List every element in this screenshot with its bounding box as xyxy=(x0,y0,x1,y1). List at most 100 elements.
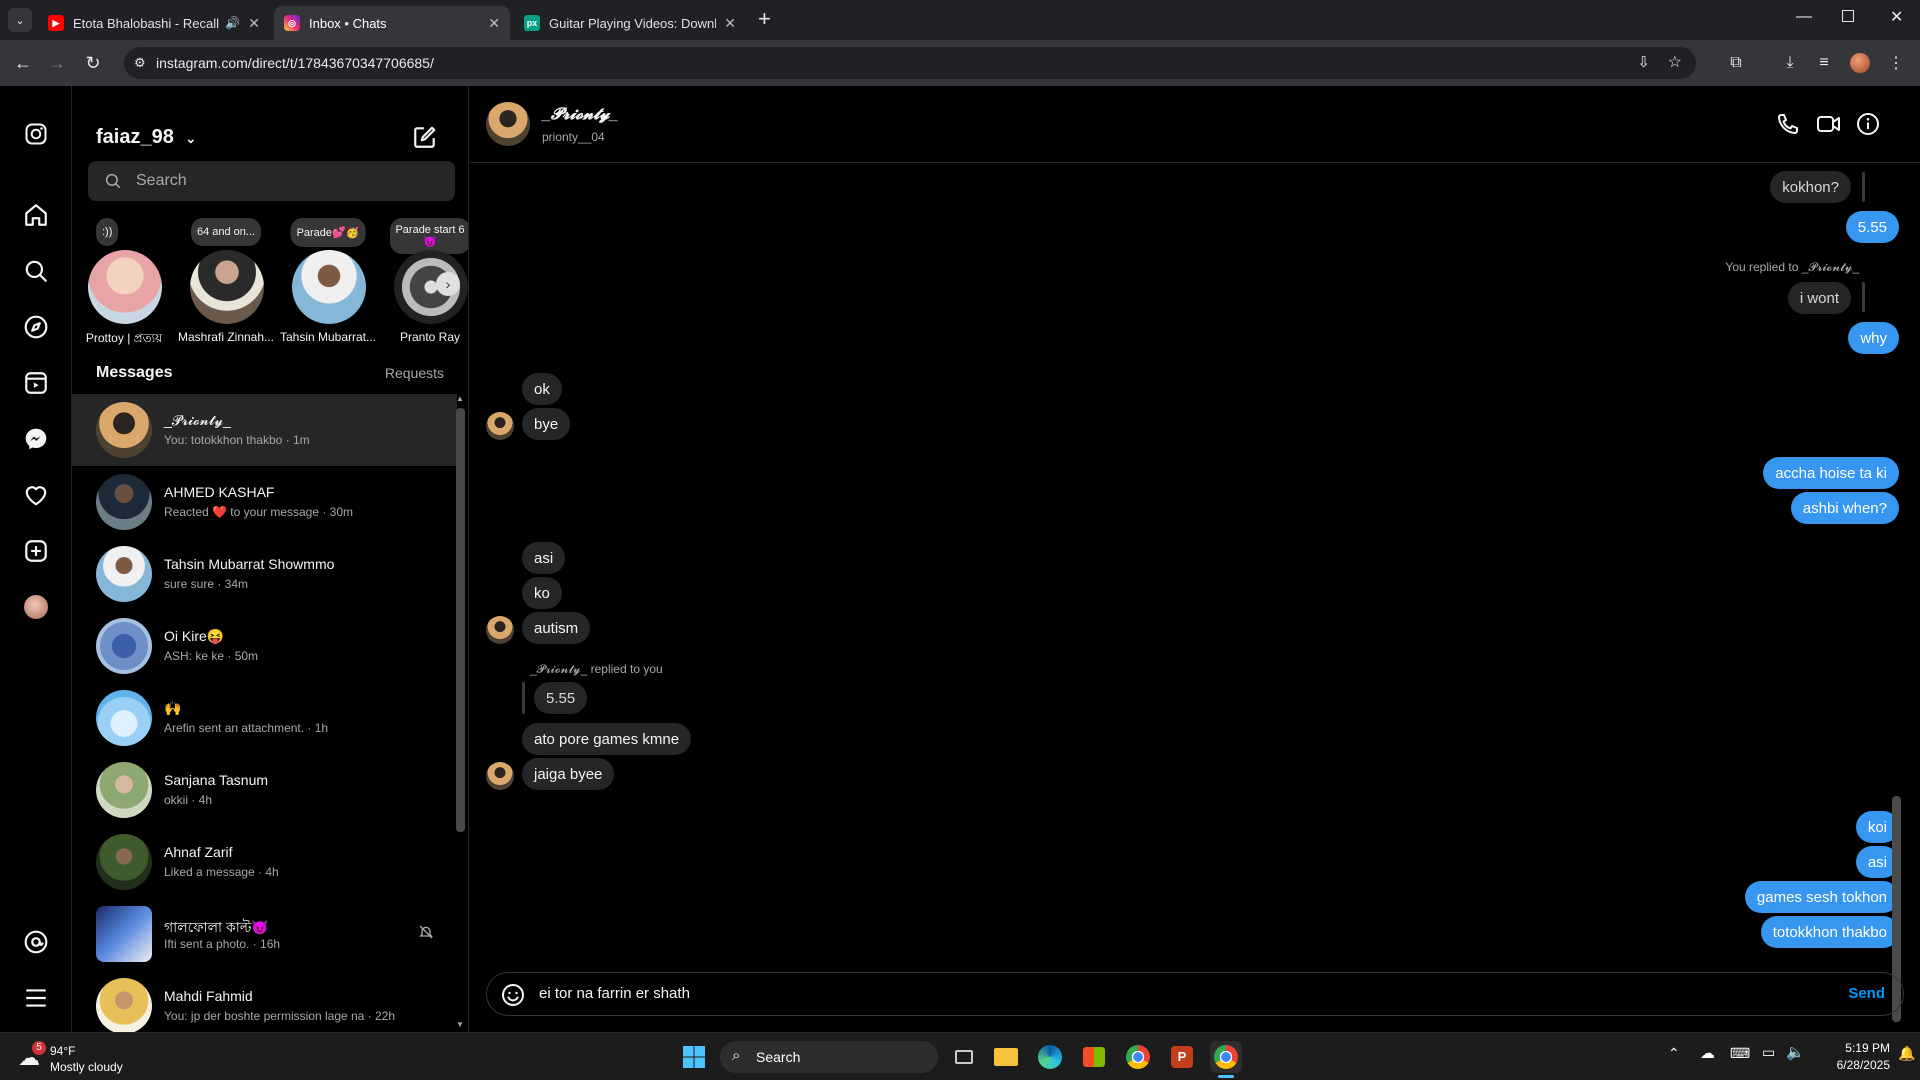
task-view-icon[interactable] xyxy=(948,1041,980,1073)
profile-avatar[interactable] xyxy=(1848,51,1872,75)
speaker-icon[interactable]: 🔊 xyxy=(225,16,240,30)
clock[interactable]: 5:19 PM 6/28/2025 xyxy=(1826,1040,1890,1074)
notification-bell-icon[interactable]: 🔔 xyxy=(1898,1045,1915,1062)
file-explorer-icon[interactable] xyxy=(990,1041,1022,1073)
back-button[interactable]: ← xyxy=(10,50,36,76)
close-icon[interactable]: ✕ xyxy=(248,15,260,32)
site-info-icon[interactable]: ⚙ xyxy=(134,55,146,71)
microsoft-store-icon[interactable] xyxy=(1078,1041,1110,1073)
scroll-down-arrow[interactable]: ▼ xyxy=(456,1020,464,1029)
more-menu-icon[interactable] xyxy=(22,984,50,1012)
explore-icon[interactable] xyxy=(22,313,50,341)
weather-widget[interactable]: ☁ 5 94°F Mostly cloudy xyxy=(16,1041,136,1075)
edge-icon[interactable] xyxy=(1034,1041,1066,1073)
close-window-button[interactable]: ✕ xyxy=(1890,7,1903,27)
message-input[interactable]: ei tor na farrin er shath xyxy=(539,985,690,1002)
conversation-item[interactable]: Sanjana Tasnum okkii · 4h xyxy=(72,754,457,826)
message-composer[interactable]: ei tor na farrin er shath Send xyxy=(486,972,1904,1016)
instagram-sidebar xyxy=(0,86,72,1032)
conversation-item[interactable]: Mahdi Fahmid You: jp der boshte permissi… xyxy=(72,970,457,1032)
messenger-icon[interactable] xyxy=(22,425,50,453)
conversation-item[interactable]: Oi Kire😝 ASH: ke ke · 50m xyxy=(72,610,457,682)
forward-button[interactable]: → xyxy=(44,50,70,76)
messages-heading: Messages xyxy=(96,364,173,381)
close-icon[interactable]: ✕ xyxy=(488,15,500,32)
scroll-up-arrow[interactable]: ▲ xyxy=(456,394,464,403)
network-icon[interactable]: ▭ xyxy=(1762,1044,1775,1061)
message-outgoing[interactable]: ashbi when? xyxy=(1790,492,1899,524)
threads-icon[interactable] xyxy=(22,928,50,956)
message-incoming[interactable]: asi xyxy=(522,542,566,574)
notifications-heart-icon[interactable] xyxy=(22,481,50,509)
reels-icon[interactable] xyxy=(22,369,50,397)
keyboard-icon[interactable]: ⌨ xyxy=(1730,1045,1750,1062)
chrome-active-icon[interactable] xyxy=(1210,1041,1242,1073)
onedrive-icon[interactable]: ☁ xyxy=(1700,1044,1715,1062)
chrome-icon[interactable] xyxy=(1122,1041,1154,1073)
reload-button[interactable]: ↻ xyxy=(80,50,106,76)
search-input[interactable]: Search xyxy=(88,161,455,201)
downloads-icon[interactable]: ⤓ xyxy=(1778,51,1802,75)
message-outgoing[interactable]: 5.55 xyxy=(1845,211,1899,243)
conversation-item[interactable]: গালফোলা কাল্ট😈 Ifti sent a photo. · 16h xyxy=(72,898,457,970)
minimize-button[interactable]: — xyxy=(1796,8,1812,26)
conversation-item[interactable]: Ahnaf Zarif Liked a message · 4h xyxy=(72,826,457,898)
tab-search-button[interactable]: ⌄ xyxy=(8,8,32,32)
powerpoint-icon[interactable]: P xyxy=(1166,1041,1198,1073)
message-incoming[interactable]: ok xyxy=(522,373,562,405)
extensions-icon[interactable]: ⧉ xyxy=(1724,51,1748,75)
instagram-icon: ◎ xyxy=(284,15,300,31)
message-incoming[interactable]: autism xyxy=(522,612,591,644)
create-post-icon[interactable] xyxy=(22,537,50,565)
avatar xyxy=(190,250,264,324)
bookmark-star-icon[interactable]: ☆ xyxy=(1668,52,1682,72)
message-outgoing[interactable]: why xyxy=(1848,322,1899,354)
account-switcher[interactable]: faiaz_98 ⌄ xyxy=(96,126,196,149)
tab-pexels[interactable]: px Guitar Playing Videos: Downlo ✕ xyxy=(514,6,746,40)
audio-call-icon[interactable] xyxy=(1776,112,1800,141)
profile-avatar[interactable] xyxy=(22,593,50,621)
inbox-scrollbar[interactable] xyxy=(456,408,465,832)
message-incoming[interactable]: jaiga byee xyxy=(522,758,615,790)
send-button[interactable]: Send xyxy=(1848,985,1885,1002)
requests-link[interactable]: Requests xyxy=(385,365,444,381)
volume-icon[interactable]: 🔈 xyxy=(1786,1043,1805,1061)
tab-youtube[interactable]: ▶ Etota Bhalobashi - Recall || C 🔊 ✕ xyxy=(38,6,270,40)
taskbar-search[interactable]: ⌕ Search xyxy=(720,1041,938,1073)
video-call-icon[interactable] xyxy=(1816,112,1842,141)
install-app-icon[interactable]: ⇩ xyxy=(1637,53,1650,71)
emoji-picker-icon[interactable] xyxy=(501,983,525,1012)
restore-button[interactable] xyxy=(1842,10,1854,22)
note-bubble: Parade start 6 😈 xyxy=(390,218,468,254)
conversation-item[interactable]: 🙌 Arefin sent an attachment. · 1h xyxy=(72,682,457,754)
contact-name[interactable]: _𝓟𝓻𝓲𝓸𝓷𝓽𝔂_ xyxy=(542,106,618,124)
reply-indicator xyxy=(1862,172,1865,202)
new-message-icon[interactable] xyxy=(412,124,438,155)
message-outgoing[interactable]: games sesh tokhon xyxy=(1744,881,1899,913)
close-icon[interactable]: ✕ xyxy=(724,15,736,32)
message-incoming[interactable]: bye xyxy=(522,408,571,440)
message-incoming[interactable]: ko xyxy=(522,577,562,609)
windows-start-icon[interactable] xyxy=(678,1041,710,1073)
stories-next-button[interactable]: › xyxy=(436,272,460,296)
avatar xyxy=(96,618,152,674)
instagram-logo-icon[interactable] xyxy=(22,120,50,148)
new-tab-button[interactable]: + xyxy=(758,6,771,32)
message-incoming[interactable]: ato pore games kmne xyxy=(522,723,692,755)
conversation-item[interactable]: AHMED KASHAF Reacted ❤️ to your message … xyxy=(72,466,457,538)
media-controls-icon[interactable]: ≡ xyxy=(1812,51,1836,75)
conversation-info-icon[interactable] xyxy=(1856,112,1880,141)
browser-menu-icon[interactable]: ⋮ xyxy=(1884,51,1908,75)
active-app-indicator xyxy=(1218,1075,1234,1078)
contact-avatar[interactable] xyxy=(486,102,530,146)
avatar xyxy=(96,906,152,962)
tab-instagram-inbox[interactable]: ◎ Inbox • Chats ✕ xyxy=(274,6,510,40)
home-icon[interactable] xyxy=(22,201,50,229)
address-bar[interactable]: ⚙ instagram.com/direct/t/178436703477066… xyxy=(124,47,1696,79)
search-icon[interactable] xyxy=(22,257,50,285)
conversation-item[interactable]: _𝓟𝓻𝓲𝓸𝓷𝓽𝔂_ You: totokkhon thakbo · 1m xyxy=(72,394,457,466)
message-outgoing[interactable]: accha hoise ta ki xyxy=(1763,457,1899,489)
message-outgoing[interactable]: totokkhon thakbo xyxy=(1760,916,1899,948)
show-hidden-icons[interactable]: ⌃ xyxy=(1668,1045,1680,1062)
conversation-item[interactable]: Tahsin Mubarrat Showmmo sure sure · 34m xyxy=(72,538,457,610)
